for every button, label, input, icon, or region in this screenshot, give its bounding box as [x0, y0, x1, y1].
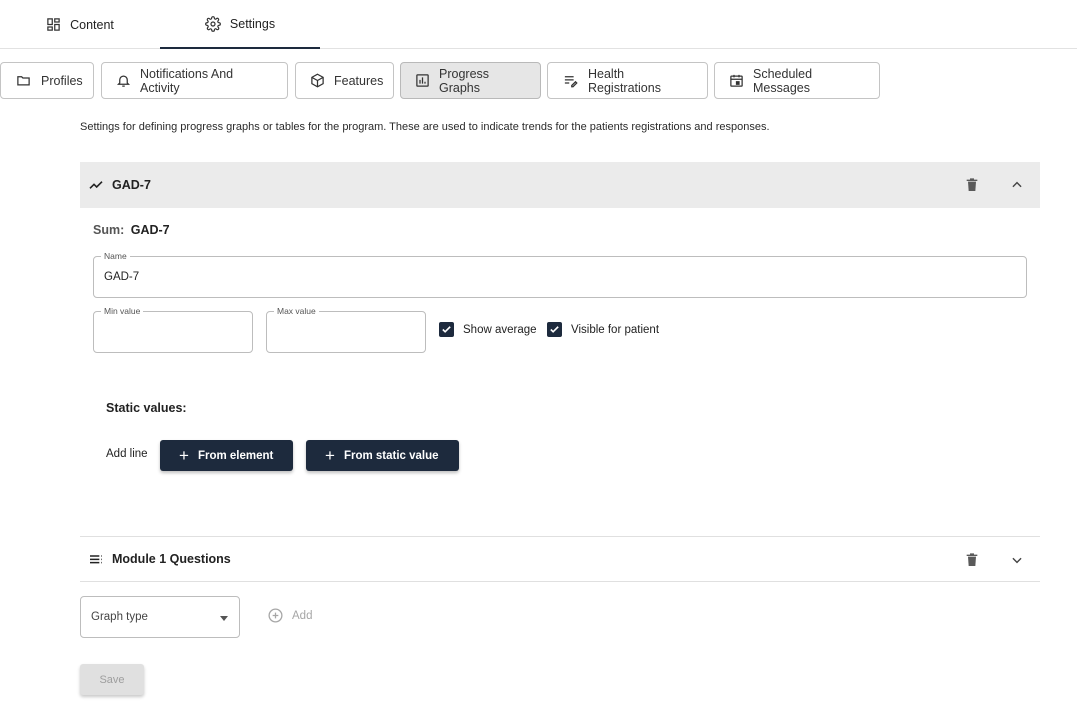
subtab-progress-graphs[interactable]: Progress Graphs: [400, 62, 541, 99]
subtab-scheduled-messages-label: Scheduled Messages: [753, 66, 813, 95]
delete-icon[interactable]: [964, 551, 980, 569]
plus-icon: +: [179, 446, 189, 465]
sum-label: Sum:: [93, 223, 125, 237]
sum-value: GAD-7: [130, 223, 170, 237]
from-element-label: From element: [197, 449, 274, 462]
folder-icon: [17, 76, 30, 86]
graph-type-select[interactable]: Graph type: [80, 596, 240, 638]
subtab-profiles[interactable]: Profiles: [0, 62, 94, 99]
gear-icon: [205, 15, 221, 32]
min-value-field: Min value: [93, 305, 253, 353]
subtab-health-registrations-label: Health Registrations: [588, 66, 661, 95]
subtab-notifications[interactable]: Notifications And Activity: [101, 62, 288, 99]
from-static-value-button[interactable]: + From static value: [306, 440, 459, 471]
save-button[interactable]: Save: [80, 664, 144, 695]
page-description: Settings for defining progress graphs or…: [80, 121, 770, 133]
subtab-features[interactable]: Features: [295, 62, 394, 99]
top-tab-bar: Content Settings: [0, 0, 1077, 49]
max-value-field: Max value: [266, 305, 426, 353]
trending-line-icon: [89, 181, 103, 189]
dashboard-icon: [47, 18, 60, 31]
tab-settings[interactable]: Settings: [160, 0, 320, 49]
graph-title: Module 1 Questions: [112, 552, 231, 566]
visible-for-patient-checkbox[interactable]: Visible for patient: [547, 322, 659, 337]
calendar-icon: [730, 74, 743, 87]
subtab-health-registrations[interactable]: Health Registrations: [547, 62, 708, 99]
bar-chart-icon: [416, 74, 429, 87]
graph-accordion-module1[interactable]: Module 1 Questions: [80, 536, 1040, 582]
add-graph-label: Add: [292, 609, 313, 622]
subtab-progress-graphs-label: Progress Graphs: [439, 66, 490, 95]
show-average-label: Show average: [463, 323, 537, 336]
from-static-value-label: From static value: [343, 449, 439, 462]
plus-icon: +: [325, 446, 335, 465]
subtab-scheduled-messages[interactable]: Scheduled Messages: [714, 62, 880, 99]
checkbox-checked-icon[interactable]: [547, 322, 562, 337]
tab-content-label: Content: [70, 17, 114, 32]
cube-icon: [311, 73, 324, 88]
graph-type-placeholder: Graph type: [91, 611, 148, 623]
min-value-input[interactable]: [104, 312, 242, 352]
add-line-label: Add line: [106, 448, 148, 460]
sum-line: Sum: GAD-7: [93, 223, 170, 237]
name-field: Name: [93, 250, 1027, 298]
delete-icon[interactable]: [964, 176, 980, 194]
show-average-checkbox[interactable]: Show average: [439, 322, 537, 337]
chevron-down-icon[interactable]: [1010, 553, 1024, 567]
static-values-title: Static values:: [106, 401, 187, 415]
add-graph-button[interactable]: Add: [267, 607, 312, 624]
bell-icon: [116, 75, 131, 87]
list-icon: [90, 555, 102, 564]
visible-for-patient-label: Visible for patient: [571, 323, 660, 336]
checkbox-checked-icon[interactable]: [439, 322, 454, 337]
dropdown-caret-icon: [220, 616, 228, 621]
subtab-profiles-label: Profiles: [41, 73, 83, 88]
add-circle-icon: [268, 608, 283, 623]
chevron-up-icon[interactable]: [1010, 178, 1024, 192]
subtab-notifications-label: Notifications And Activity: [140, 66, 234, 95]
tab-content[interactable]: Content: [0, 0, 160, 49]
graph-title: GAD-7: [112, 178, 151, 192]
edit-list-icon: [564, 76, 578, 88]
subtab-features-label: Features: [334, 73, 384, 88]
name-input[interactable]: [104, 257, 1016, 297]
max-value-input[interactable]: [277, 312, 415, 352]
graph-accordion-gad7[interactable]: GAD-7: [80, 162, 1040, 208]
tab-settings-label: Settings: [229, 16, 276, 31]
from-element-button[interactable]: + From element: [160, 440, 294, 471]
